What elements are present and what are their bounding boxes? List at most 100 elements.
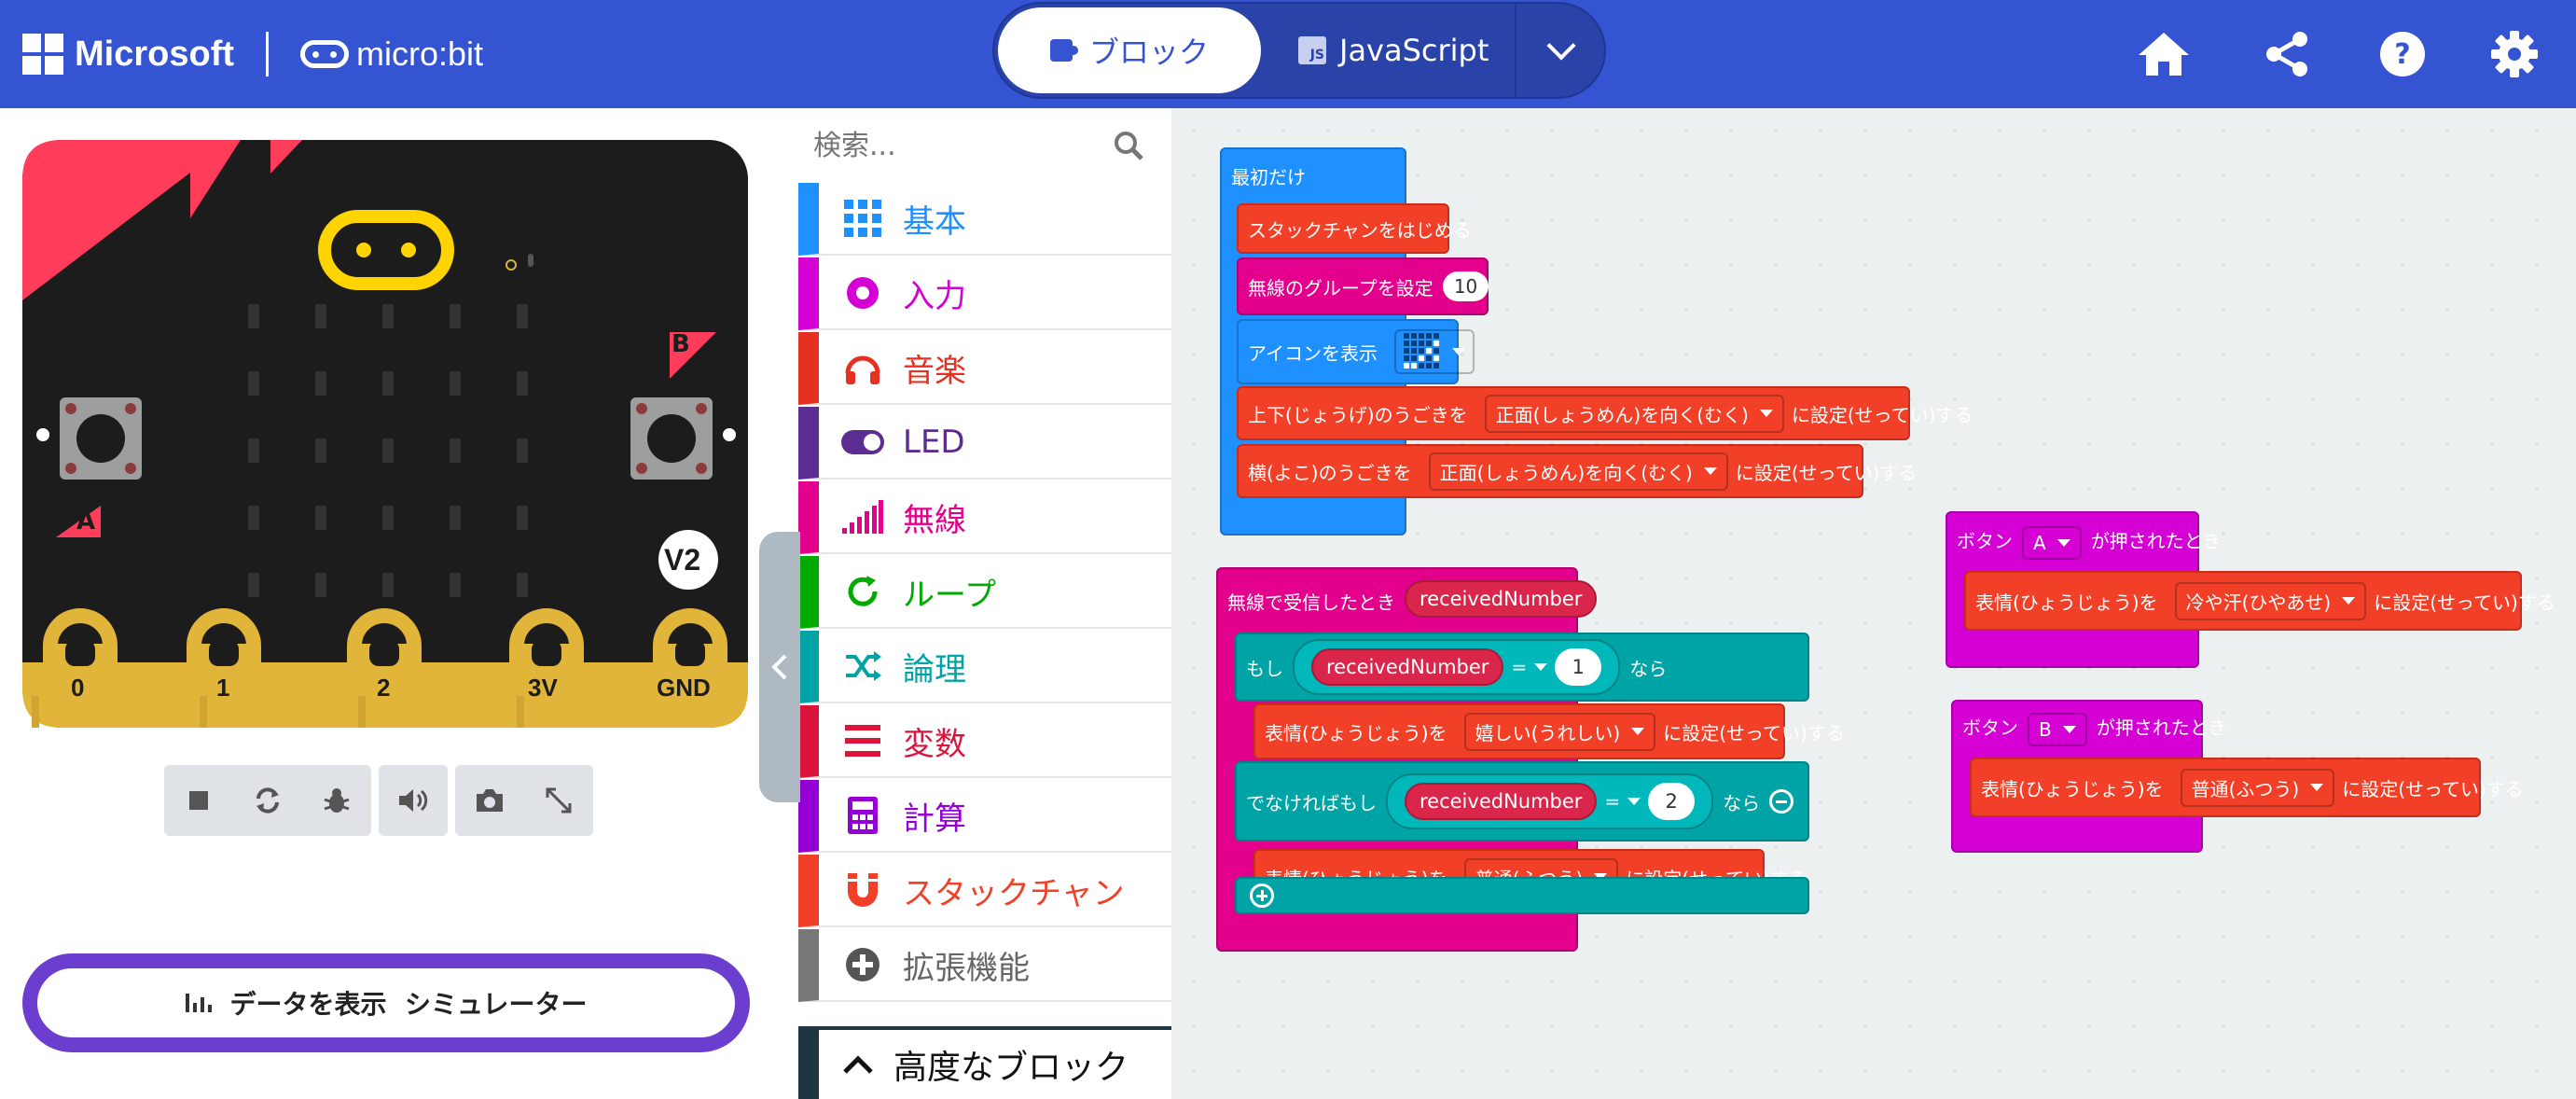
add-branch-icon[interactable] xyxy=(1250,883,1274,908)
screenshot-button[interactable] xyxy=(455,765,524,836)
remove-branch-icon[interactable] xyxy=(1769,789,1794,814)
microbit-logo-icon[interactable] xyxy=(300,40,349,68)
compare-2-variable[interactable]: receivedNumber xyxy=(1405,783,1598,820)
compare-2-operator[interactable]: = xyxy=(1604,790,1641,813)
advanced-blocks-toggle[interactable]: 高度なブロック xyxy=(798,1026,1171,1099)
category-input[interactable]: 入力 xyxy=(798,257,1171,330)
button-b-dropdown[interactable]: B xyxy=(2028,713,2087,746)
set-face-cold-sweat-block[interactable]: 表情(ひょうじょう)を 冷や汗(ひやあせ) に設定(せってい)する xyxy=(1964,571,2555,631)
mute-button[interactable] xyxy=(379,765,448,836)
category-logic[interactable]: 論理 xyxy=(798,631,1171,703)
stop-button[interactable] xyxy=(164,765,233,836)
restart-button[interactable] xyxy=(233,765,302,836)
search-icon[interactable] xyxy=(1114,131,1143,160)
compare-1-variable[interactable]: receivedNumber xyxy=(1311,648,1504,686)
button-b-face-suffix: に設定(せってい)する xyxy=(2342,777,2524,800)
set-face-happy-block[interactable]: 表情(ひょうじょう)を 嬉しい(うれしい) に設定(せってい)する xyxy=(1253,703,1845,759)
home-icon xyxy=(2139,33,2189,76)
button-a-face-dropdown[interactable]: 冷や汗(ひやあせ) xyxy=(2174,581,2367,620)
pin-2[interactable]: 2 xyxy=(377,674,390,703)
set-horizontal-motion-block[interactable]: 横(よこ)のうごきを 正面(しょうめん)を向く(むく) に設定(せってい)する xyxy=(1237,444,1917,498)
chevron-up-icon xyxy=(839,1046,877,1083)
category-radio-label: 無線 xyxy=(903,501,966,539)
share-button[interactable] xyxy=(2255,22,2319,86)
screenshot-icon xyxy=(477,789,503,812)
vertical-motion-suffix: に設定(せってい)する xyxy=(1791,403,1974,426)
compare-1-operator[interactable]: = xyxy=(1511,656,1548,678)
chevron-down-icon xyxy=(1546,31,1576,61)
simulator-panel: A B V2 0 1 2 3V GND データを表示 シミュレーター xyxy=(0,108,798,1099)
icon-picker-dropdown[interactable] xyxy=(1394,329,1475,374)
set-vertical-motion-block[interactable]: 上下(じょうげ)のうごきを 正面(しょうめん)を向く(むく) に設定(せってい)… xyxy=(1237,386,1973,440)
category-loops[interactable]: ループ xyxy=(798,556,1171,629)
category-led[interactable]: LED xyxy=(798,407,1171,480)
input-circle-icon xyxy=(839,270,886,316)
category-basic[interactable]: 基本 xyxy=(798,183,1171,256)
search-input[interactable] xyxy=(811,121,1095,170)
button-b-face-dropdown[interactable]: 普通(ふつう) xyxy=(2180,768,2335,807)
vertical-motion-dropdown[interactable]: 正面(しょうめん)を向く(むく) xyxy=(1484,394,1784,433)
pin-0[interactable]: 0 xyxy=(71,674,84,703)
face-1-dropdown[interactable]: 嬉しい(うれしい) xyxy=(1463,712,1656,751)
category-extensions[interactable]: 拡張機能 xyxy=(798,929,1171,1002)
on-start-label: 最初だけ xyxy=(1231,166,1306,188)
show-data-simulator-button[interactable]: データを表示 シミュレーター xyxy=(22,953,750,1052)
home-button[interactable] xyxy=(2132,22,2195,86)
brand-divider xyxy=(266,32,269,77)
blocks-mode-label: ブロック xyxy=(1088,35,1209,70)
help-button[interactable]: ? xyxy=(2371,22,2434,86)
pin-3v[interactable]: 3V xyxy=(528,674,558,703)
stackchan-init-block[interactable]: スタックチャンをはじめる xyxy=(1237,203,1472,254)
settings-icon xyxy=(2491,31,2538,77)
javascript-mode-label: JavaScript xyxy=(1339,33,1489,68)
category-stackchan[interactable]: スタックチャン xyxy=(798,855,1171,927)
help-icon: ? xyxy=(2380,32,2425,77)
microbit-board[interactable]: A B V2 0 1 2 3V GND xyxy=(22,140,748,728)
category-led-label: LED xyxy=(903,424,965,461)
category-variables[interactable]: 変数 xyxy=(798,705,1171,778)
vertical-motion-label: 上下(じょうげ)のうごきを xyxy=(1248,403,1468,426)
microbit-label[interactable]: micro:bit xyxy=(356,35,483,74)
calculator-icon xyxy=(839,792,886,839)
compare-block-1[interactable]: receivedNumber = 1 xyxy=(1293,639,1621,695)
category-radio[interactable]: 無線 xyxy=(798,481,1171,554)
microbit-board-graphic xyxy=(22,140,748,728)
debug-button[interactable] xyxy=(302,765,371,836)
set-face-normal-b-block[interactable]: 表情(ひょうじょう)を 普通(ふつう) に設定(せってい)する xyxy=(1970,758,2524,817)
fullscreen-button[interactable] xyxy=(524,765,593,836)
category-extensions-label: 拡張機能 xyxy=(903,949,1030,987)
button-b-face-label: 表情(ひょうじょう)を xyxy=(1981,777,2164,800)
compare-1-value[interactable]: 1 xyxy=(1555,648,1602,686)
if-block[interactable]: もし receivedNumber = 1 なら xyxy=(1235,633,1809,702)
version-badge: V2 xyxy=(664,543,701,577)
pin-gnd[interactable]: GND xyxy=(657,674,711,703)
received-number-parameter[interactable]: receivedNumber xyxy=(1405,580,1598,618)
compare-2-value[interactable]: 2 xyxy=(1648,783,1696,820)
compare-2-operator-value: = xyxy=(1604,790,1621,813)
blocks-workspace[interactable]: 最初だけ スタックチャンをはじめる 無線のグループを設定 10 アイコンを表示 … xyxy=(1171,108,2576,1099)
category-music[interactable]: 音楽 xyxy=(798,332,1171,405)
vertical-motion-value: 正面(しょうめん)を向く(むく) xyxy=(1495,403,1749,426)
if-block-footer[interactable] xyxy=(1235,877,1809,914)
blocks-mode-button[interactable]: ブロック xyxy=(998,7,1261,93)
else-if-block[interactable]: でなければもし receivedNumber = 2 なら xyxy=(1235,761,1809,842)
language-dropdown-button[interactable] xyxy=(1515,4,1606,97)
category-music-label: 音楽 xyxy=(903,352,966,390)
else-if-label: でなければもし xyxy=(1246,791,1377,814)
category-math[interactable]: 計算 xyxy=(798,780,1171,853)
settings-button[interactable] xyxy=(2483,22,2546,86)
button-a-dropdown[interactable]: A xyxy=(2022,526,2082,560)
pin-labels: 0 1 2 3V GND xyxy=(22,674,748,711)
horizontal-motion-value: 正面(しょうめん)を向く(むく) xyxy=(1439,461,1693,484)
pin-1[interactable]: 1 xyxy=(216,674,229,703)
javascript-mode-button[interactable]: JS JavaScript xyxy=(1298,7,1489,93)
compare-block-2[interactable]: receivedNumber = 2 xyxy=(1386,773,1714,829)
button-a-face-label: 表情(ひょうじょう)を xyxy=(1975,591,2158,614)
radio-received-label: 無線で受信したとき xyxy=(1227,591,1395,614)
collapse-simulator-button[interactable] xyxy=(759,532,800,802)
show-icon-block[interactable]: アイコンを表示 xyxy=(1237,319,1475,384)
button-a-value: A xyxy=(2033,532,2046,554)
radio-set-group-block[interactable]: 無線のグループを設定 10 xyxy=(1237,257,1489,315)
horizontal-motion-dropdown[interactable]: 正面(しょうめん)を向く(むく) xyxy=(1428,452,1728,491)
radio-group-value[interactable]: 10 xyxy=(1442,271,1489,301)
